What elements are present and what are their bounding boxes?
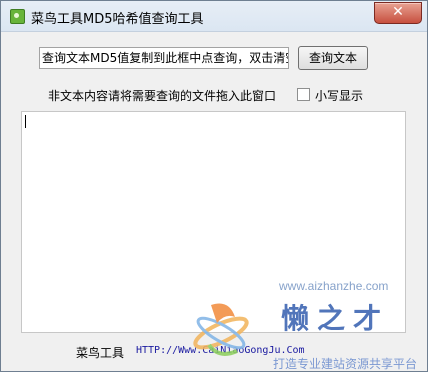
text-caret: [25, 115, 26, 128]
window-title: 菜鸟工具MD5哈希值查询工具: [31, 12, 204, 27]
drop-hint-label: 非文本内容请将需要查询的文件拖入此窗口: [48, 89, 277, 103]
watermark-slogan: 打造专业建站资源共享平台: [273, 357, 418, 371]
title-bar[interactable]: 菜鸟工具MD5哈希值查询工具 ✕: [1, 1, 427, 32]
app-icon: [10, 9, 25, 24]
lowercase-label: 小写显示: [315, 89, 364, 103]
footer-app-name: 菜鸟工具: [76, 346, 125, 360]
watermark-url: www.aizhanzhe.com: [279, 279, 389, 293]
close-icon: ✕: [392, 4, 404, 20]
md5-input[interactable]: 查询文本MD5值复制到此框中点查询，双击清空: [39, 47, 289, 69]
query-text-button[interactable]: 查询文本: [298, 46, 368, 70]
app-window: 菜鸟工具MD5哈希值查询工具 ✕ 查询文本MD5值复制到此框中点查询，双击清空 …: [0, 0, 428, 372]
watermark-logo-icon: [193, 303, 249, 356]
watermark-brand: 懒之才: [281, 302, 390, 335]
lowercase-checkbox[interactable]: [297, 88, 310, 101]
close-button[interactable]: ✕: [374, 2, 422, 24]
